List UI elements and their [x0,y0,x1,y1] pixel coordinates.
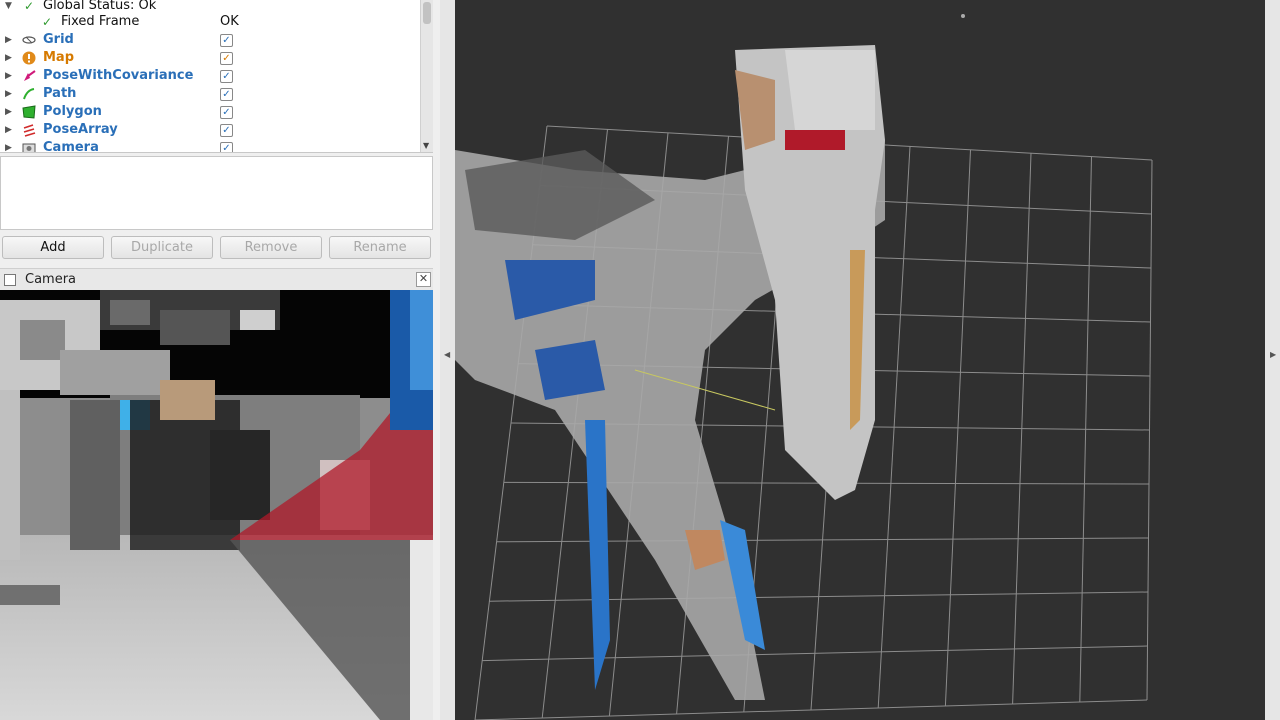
pose-array-enabled-checkbox[interactable]: ✓ [220,124,233,137]
tree-scrollbar[interactable]: ▼ [420,0,433,152]
camera-enabled-checkbox[interactable]: ✓ [220,142,233,152]
display-item-grid[interactable]: ▶ Grid ✓ [0,31,420,49]
display-label: Grid [43,32,74,47]
checkmark-icon: ✓ [23,0,35,13]
close-icon[interactable]: ✕ [416,272,431,287]
expand-arrow-icon[interactable]: ▶ [5,139,15,152]
camera-feed-image [0,290,433,720]
map-enabled-checkbox[interactable]: ✓ [220,52,233,65]
display-label: PoseWithCovariance [43,68,194,83]
camera-image-view[interactable] [0,290,433,720]
display-label: Path [43,86,77,101]
display-item-camera[interactable]: ▶ Camera ✓ [0,139,420,153]
expand-arrow-icon[interactable]: ▶ [5,103,15,121]
camera-panel-header: Camera ✕ [0,268,433,290]
camera-icon [22,141,36,152]
polygon-enabled-checkbox[interactable]: ✓ [220,106,233,119]
display-item-posearray[interactable]: ▶ PoseArray ✓ [0,121,420,139]
remove-button[interactable]: Remove [220,236,322,259]
display-item-path[interactable]: ▶ Path ✓ [0,85,420,103]
fixed-frame-label: Fixed Frame [61,14,140,29]
checkmark-icon: ✓ [41,15,53,29]
tree-row-fixed-frame[interactable]: ✓ Fixed Frame OK [0,13,420,31]
expand-arrow-icon[interactable]: ▶ [5,67,15,85]
displays-tree: ▼ ✓ Global Status: Ok ✓ Fixed Frame OK ▶… [0,0,433,153]
grid-enabled-checkbox[interactable]: ✓ [220,34,233,47]
pose-array-icon [22,123,36,137]
display-item-map[interactable]: ▶ Map ✓ [0,49,420,67]
warning-icon [22,51,36,65]
collapse-left-icon[interactable]: ◀ [444,350,450,359]
expand-arrow-icon[interactable]: ▶ [5,49,15,67]
expand-right-icon[interactable]: ▶ [1270,350,1276,359]
panel-splitter[interactable]: ◀ [440,0,455,720]
description-panel [0,156,433,230]
point-cloud-render [455,14,1153,720]
path-icon [22,87,36,101]
display-label: PoseArray [43,122,118,137]
expand-arrow-icon[interactable]: ▶ [5,121,15,139]
right-panel-collapsed[interactable]: ▶ [1265,0,1280,720]
grid-icon [22,33,36,47]
expand-arrow-icon[interactable]: ▶ [5,85,15,103]
scrollbar-thumb[interactable] [423,2,431,24]
add-button[interactable]: Add [2,236,104,259]
display-item-posewithcovariance[interactable]: ▶ PoseWithCovariance ✓ [0,67,420,85]
scroll-down-icon[interactable]: ▼ [423,141,429,150]
window-icon [4,274,16,286]
rename-button[interactable]: Rename [329,236,431,259]
display-label: Map [43,50,75,65]
fixed-frame-value: OK [220,14,239,29]
duplicate-button[interactable]: Duplicate [111,236,213,259]
path-enabled-checkbox[interactable]: ✓ [220,88,233,101]
display-item-polygon[interactable]: ▶ Polygon ✓ [0,103,420,121]
rviz-window: ▼ ✓ Global Status: Ok ✓ Fixed Frame OK ▶… [0,0,1280,720]
3d-view[interactable] [455,0,1265,720]
camera-panel-title: Camera [25,272,77,287]
display-label: Camera [43,140,99,153]
display-label: Polygon [43,104,102,119]
pose-covariance-enabled-checkbox[interactable]: ✓ [220,70,233,83]
point-cloud [455,14,965,700]
left-panel: ▼ ✓ Global Status: Ok ✓ Fixed Frame OK ▶… [0,0,440,720]
expand-arrow-icon[interactable]: ▶ [5,31,15,49]
pose-covariance-icon [22,69,36,83]
polygon-icon [22,105,36,119]
